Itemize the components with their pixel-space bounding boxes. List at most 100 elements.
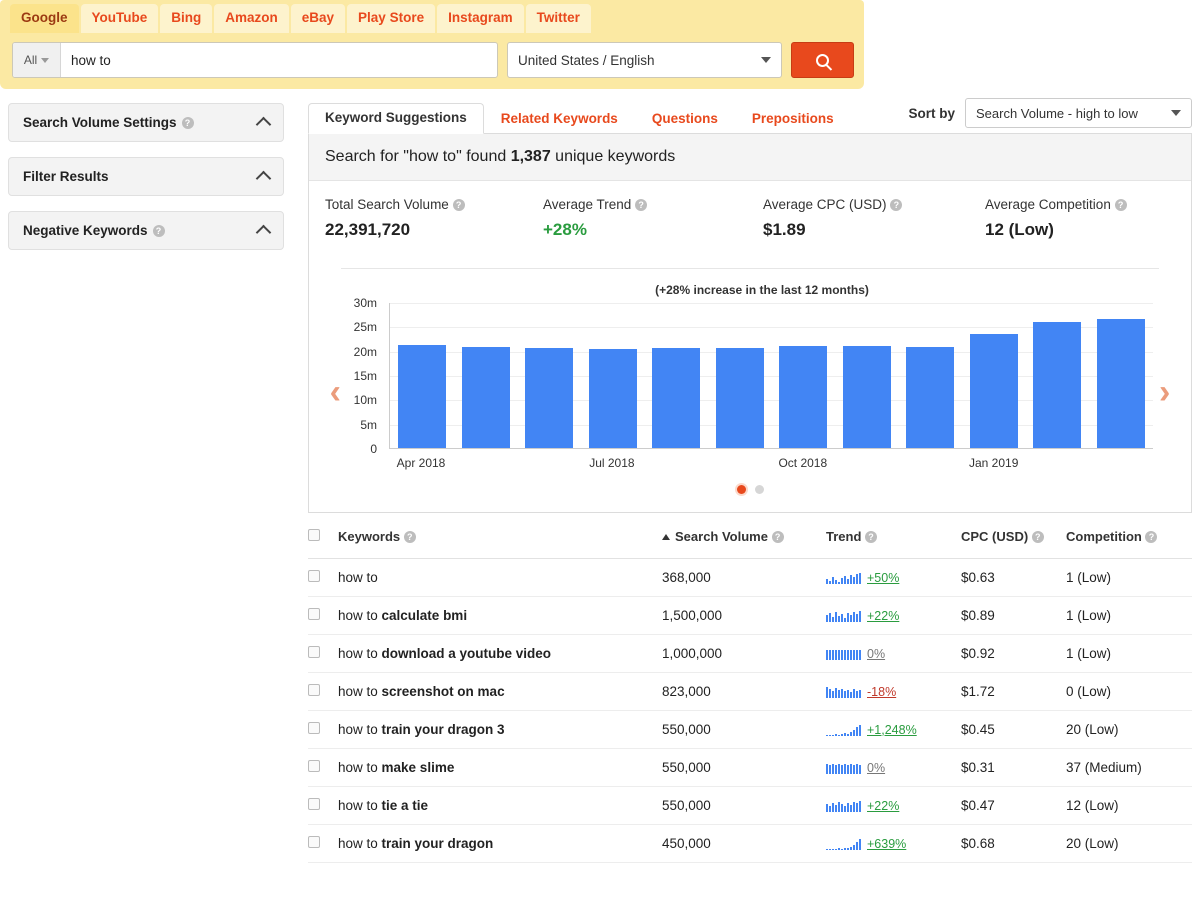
chart-bar[interactable] — [842, 346, 891, 448]
chart-bar[interactable] — [1033, 322, 1082, 448]
help-icon[interactable]: ? — [635, 199, 648, 211]
sidebar-panel-filter-results[interactable]: Filter Results — [8, 157, 284, 196]
table-row[interactable]: how to 368,000 +50% $0.63 1 (Low) — [308, 558, 1192, 597]
engine-tab-bar: Google YouTube Bing Amazon eBay Play Store Ins… — [0, 0, 864, 33]
chevron-up-icon[interactable] — [255, 116, 272, 133]
chart-bar[interactable] — [779, 345, 828, 448]
row-select-cell — [308, 786, 338, 825]
trend-percent[interactable]: 0% — [867, 647, 885, 661]
engine-tab-twitter[interactable]: Twitter — [525, 4, 591, 33]
column-header-volume[interactable]: Search Volume ? — [662, 529, 826, 559]
engine-tab-amazon[interactable]: Amazon — [214, 4, 289, 33]
competition-cell: 20 (Low) — [1066, 710, 1192, 749]
trend-percent[interactable]: +639% — [867, 837, 906, 851]
chart-bar[interactable] — [652, 347, 701, 448]
search-button[interactable] — [791, 42, 854, 78]
table-row[interactable]: how to train your dragon 450,000 +639% $… — [308, 824, 1192, 863]
trend-percent[interactable]: +1,248% — [867, 723, 917, 737]
table-row[interactable]: how to tie a tie 550,000 +22% $0.47 12 (… — [308, 786, 1192, 825]
select-all-checkbox[interactable] — [308, 529, 320, 541]
sort-select[interactable]: Search Volume - high to low — [965, 98, 1192, 128]
engine-tab-ebay[interactable]: eBay — [290, 4, 346, 33]
row-checkbox[interactable] — [308, 798, 320, 810]
summary-headline: Search for "how to" found 1,387 unique k… — [309, 134, 1191, 181]
keyword-cell: how to calculate bmi — [338, 596, 662, 635]
engine-tab-instagram[interactable]: Instagram — [437, 4, 524, 33]
chart-bar[interactable] — [906, 347, 955, 448]
row-checkbox[interactable] — [308, 836, 320, 848]
help-icon[interactable]: ? — [890, 199, 903, 211]
column-header-cpc[interactable]: CPC (USD) ? — [961, 529, 1066, 559]
keywords-table: Keywords ? Search Volume ? Trend ? CPC (… — [308, 529, 1192, 863]
help-icon[interactable]: ? — [1114, 199, 1127, 211]
row-checkbox[interactable] — [308, 570, 320, 582]
help-icon[interactable]: ? — [452, 199, 465, 211]
keyword-search-field[interactable]: All — [12, 42, 498, 78]
tab-keyword-suggestions[interactable]: Keyword Suggestions — [308, 103, 484, 134]
trend-percent[interactable]: +22% — [867, 799, 899, 813]
engine-tab-google[interactable]: Google — [10, 4, 79, 33]
scope-select[interactable]: All — [13, 43, 61, 77]
table-row[interactable]: how to download a youtube video 1,000,00… — [308, 634, 1192, 673]
help-icon[interactable]: ? — [771, 531, 784, 543]
stat-value: +28% — [543, 220, 587, 239]
row-select-cell — [308, 596, 338, 635]
trend-percent[interactable]: +50% — [867, 571, 899, 585]
stat-average-competition: Average Competition ? 12 (Low) — [985, 197, 1127, 240]
search-volume-cell: 1,500,000 — [662, 596, 826, 635]
sidebar-panel-label: Filter Results — [23, 169, 109, 184]
tab-related-keywords[interactable]: Related Keywords — [484, 111, 635, 134]
row-select-cell — [308, 748, 338, 787]
help-icon[interactable]: ? — [403, 531, 416, 543]
competition-cell: 37 (Medium) — [1066, 748, 1192, 787]
trend-percent[interactable]: -18% — [867, 685, 896, 699]
trend-percent[interactable]: +22% — [867, 609, 899, 623]
table-row[interactable]: how to screenshot on mac 823,000 -18% $1… — [308, 672, 1192, 711]
row-checkbox[interactable] — [308, 760, 320, 772]
tab-prepositions[interactable]: Prepositions — [735, 111, 851, 134]
keyword-modifier: screenshot on mac — [381, 684, 505, 699]
chart-bar[interactable] — [398, 344, 446, 448]
chart-page-dot-1[interactable] — [736, 485, 746, 494]
table-row[interactable]: how to make slime 550,000 0% $0.31 37 (M… — [308, 748, 1192, 787]
result-tab-bar: Keyword Suggestions Related Keywords Quest… — [308, 102, 851, 134]
chart-page-dot-2[interactable] — [754, 485, 764, 494]
column-header-competition[interactable]: Competition ? — [1066, 529, 1192, 559]
trend-percent[interactable]: 0% — [867, 761, 885, 775]
chevron-up-icon[interactable] — [255, 224, 272, 241]
chart-bar[interactable] — [1096, 319, 1145, 448]
table-row[interactable]: how to calculate bmi 1,500,000 +22% $0.8… — [308, 596, 1192, 635]
locale-select[interactable]: United States / English — [506, 42, 783, 78]
chart-bar[interactable] — [715, 347, 764, 448]
chart-bar[interactable] — [969, 333, 1018, 448]
sidebar-panel-negative-keywords[interactable]: Negative Keywords ? — [8, 211, 284, 250]
chart-bar[interactable] — [461, 346, 510, 448]
help-icon[interactable]: ? — [152, 224, 165, 237]
row-checkbox[interactable] — [308, 646, 320, 658]
help-icon[interactable]: ? — [865, 531, 878, 543]
engine-tab-bing[interactable]: Bing — [160, 4, 213, 33]
table-header-row: Keywords ? Search Volume ? Trend ? CPC (… — [308, 529, 1192, 559]
table-row[interactable]: how to train your dragon 3 550,000 +1,24… — [308, 710, 1192, 749]
engine-tab-youtube[interactable]: YouTube — [80, 4, 159, 33]
help-icon[interactable]: ? — [1145, 531, 1158, 543]
tab-questions[interactable]: Questions — [635, 111, 735, 134]
chevron-up-icon[interactable] — [255, 170, 272, 187]
search-input[interactable] — [61, 43, 497, 77]
chevron-down-icon — [761, 57, 772, 63]
trend-sparkline-icon — [826, 609, 861, 622]
help-icon[interactable]: ? — [1031, 531, 1044, 543]
sidebar-panel-search-volume-settings[interactable]: Search Volume Settings ? — [8, 103, 284, 142]
chart-bar[interactable] — [525, 348, 574, 448]
column-header-trend[interactable]: Trend ? — [826, 529, 961, 559]
chart-prev-button[interactable]: ‹ — [324, 375, 347, 409]
search-row: All United States / English — [0, 33, 864, 89]
chart-bar[interactable] — [588, 348, 637, 448]
row-checkbox[interactable] — [308, 684, 320, 696]
help-icon[interactable]: ? — [181, 116, 194, 129]
row-checkbox[interactable] — [308, 722, 320, 734]
chart-next-button[interactable]: › — [1153, 375, 1176, 409]
row-checkbox[interactable] — [308, 608, 320, 620]
column-header-keyword[interactable]: Keywords ? — [338, 529, 662, 559]
engine-tab-play-store[interactable]: Play Store — [347, 4, 436, 33]
